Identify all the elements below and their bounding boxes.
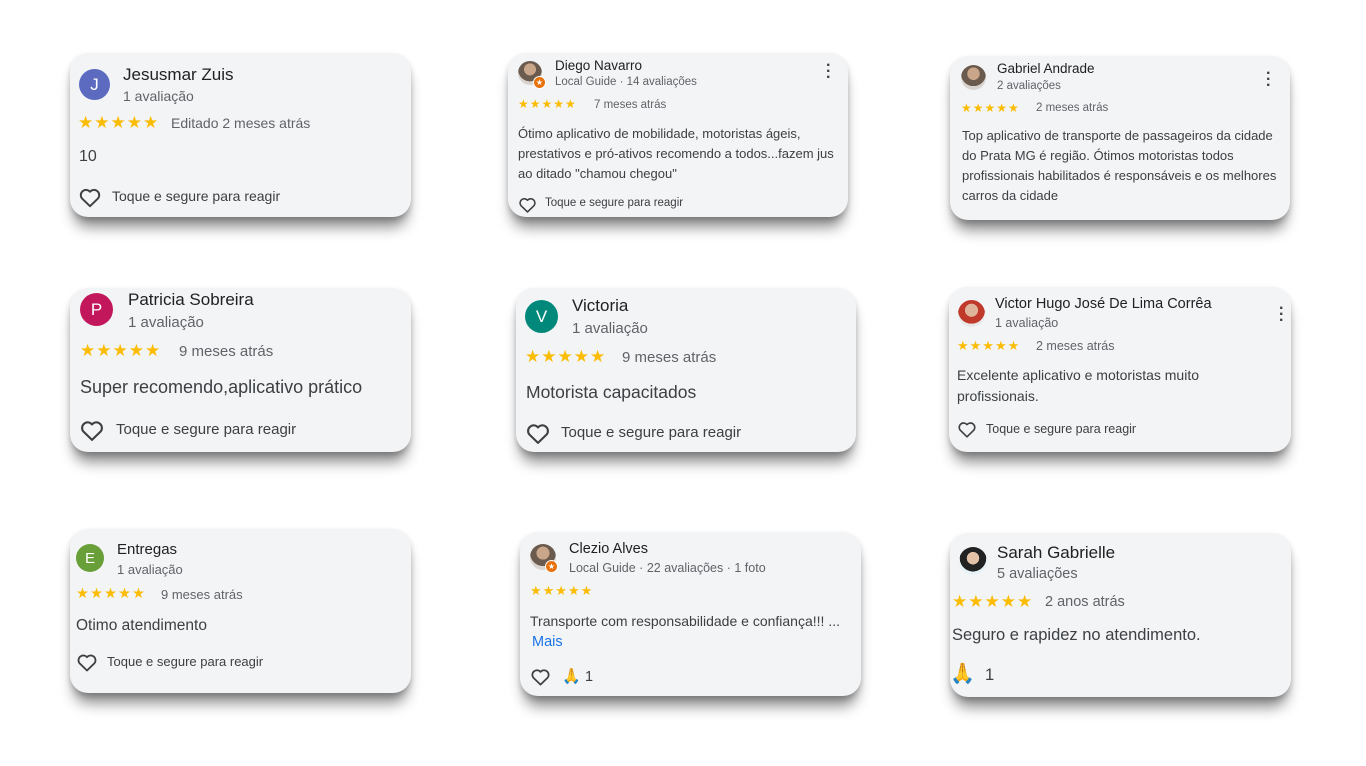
avatar[interactable] [961,65,986,90]
review-card: J Jesusmar Zuis 1 avaliação ★★★★★ Editad… [70,53,411,217]
reviewer-meta: 1 avaliação [117,562,183,577]
reaction-hint: Toque e segure para reagir [561,424,742,441]
reviewer-meta: 5 avaliações [997,566,1078,582]
reviewer-name[interactable]: Entregas [117,541,177,558]
star-rating: ★★★★★ [78,113,160,132]
reviewer-name[interactable]: Victor Hugo José De Lima Corrêa [995,296,1212,312]
star-rating: ★★★★★ [961,101,1020,115]
review-card: Sarah Gabrielle 5 avaliações ★★★★★ 2 ano… [950,533,1291,697]
star-rating: ★★★★★ [957,338,1021,353]
reaction-count: 1 [985,666,995,684]
review-text: 10 [79,148,97,165]
review-text: Super recomendo,aplicativo prático [80,377,363,397]
avatar[interactable]: P [80,293,113,326]
reaction-count: 1 [585,669,594,685]
reviewer-name[interactable]: Clezio Alves [569,541,648,557]
review-card: E Entregas 1 avaliação ★★★★★ 9 meses atr… [70,529,411,693]
reaction-hint: Toque e segure para reagir [986,422,1137,436]
avatar[interactable] [959,547,987,575]
review-card: V Victoria 1 avaliação ★★★★★ 9 meses atr… [516,288,856,452]
review-date: 9 meses atrás [622,349,717,366]
review-date: 2 meses atrás [1036,102,1109,114]
review-text: Top aplicativo de transporte de passagei… [962,128,1277,203]
star-rating: ★★★★★ [952,592,1034,611]
review-text: Otimo atendimento [76,617,207,634]
star-rating: ★★★★★ [80,341,162,360]
reviewer-name[interactable]: Patricia Sobreira [128,290,254,310]
more-vert-icon[interactable]: · · · [1266,66,1271,94]
review-date: 2 anos atrás [1045,594,1125,610]
reaction-hint: Toque e segure para reagir [107,654,264,669]
reviewer-meta: Local Guide · 14 avaliações [555,76,697,88]
reviewer-name[interactable]: Victoria [572,296,628,316]
reviewer-name[interactable]: Jesusmar Zuis [123,65,234,85]
heart-icon[interactable] [75,650,99,674]
reviewer-meta: 1 avaliação [128,314,204,331]
more-vert-icon[interactable]: · · · [1279,301,1284,329]
local-guide-badge-icon: ★ [545,560,558,573]
review-date: 2 meses atrás [1036,339,1115,353]
more-vert-icon[interactable]: · · · [826,58,831,86]
review-card: Victor Hugo José De Lima Corrêa 1 avalia… [949,287,1291,452]
review-date: 9 meses atrás [161,587,243,602]
reviewer-meta: 1 avaliação [995,316,1059,330]
folded-hands-icon[interactable]: 🙏 [950,661,975,686]
reviewer-name[interactable]: Gabriel Andrade [997,61,1095,76]
star-rating: ★★★★★ [525,347,607,366]
folded-hands-icon[interactable]: 🙏 [562,667,581,685]
heart-icon[interactable] [956,418,978,440]
avatar[interactable]: J [79,69,110,100]
review-text: Transporte com responsabilidade e confia… [530,613,840,629]
reviewer-meta: 1 avaliação [572,320,648,337]
review-card: ★ Diego Navarro Local Guide · 14 avaliaç… [508,53,848,217]
review-card: Gabriel Andrade 2 avaliações · · · ★★★★★ 2… [950,56,1290,220]
star-rating: ★★★★★ [76,586,146,602]
star-rating: ★★★★★ [530,583,594,598]
more-link[interactable]: Mais [532,634,563,650]
reviewer-name[interactable]: Sarah Gabrielle [997,543,1115,563]
reviewer-meta: 2 avaliações [997,80,1061,92]
review-text: Motorista capacitados [526,382,697,402]
local-guide-badge-icon: ★ [533,76,546,89]
review-date: 9 meses atrás [179,343,274,360]
heart-icon[interactable] [77,184,103,210]
review-date: 7 meses atrás [594,99,667,111]
avatar[interactable]: V [525,300,558,333]
review-text: Ótimo aplicativo de mobilidade, motorist… [518,126,834,181]
heart-icon[interactable] [78,416,106,444]
reviewer-meta: 1 avaliação [123,88,194,104]
reaction-hint: Toque e segure para reagir [112,188,281,204]
review-text: Excelente aplicativo e motoristas muito … [957,367,1199,404]
review-text: Seguro e rapidez no atendimento. [952,626,1201,644]
star-rating: ★★★★★ [518,97,577,111]
heart-icon[interactable] [529,665,552,688]
heart-icon[interactable] [524,419,552,447]
heart-icon[interactable] [517,194,538,215]
reviewer-name[interactable]: Diego Navarro [555,58,642,73]
reviewer-meta: Local Guide · 22 avaliações · 1 foto [569,561,766,575]
review-card: ★ Clezio Alves Local Guide · 22 avaliaçõ… [520,532,861,696]
review-card: P Patricia Sobreira 1 avaliação ★★★★★ 9 … [70,288,411,452]
avatar[interactable]: E [76,544,104,572]
reaction-hint: Toque e segure para reagir [545,197,684,209]
avatar[interactable] [958,300,985,327]
reaction-hint: Toque e segure para reagir [116,421,297,438]
review-date: Editado 2 meses atrás [171,115,311,131]
